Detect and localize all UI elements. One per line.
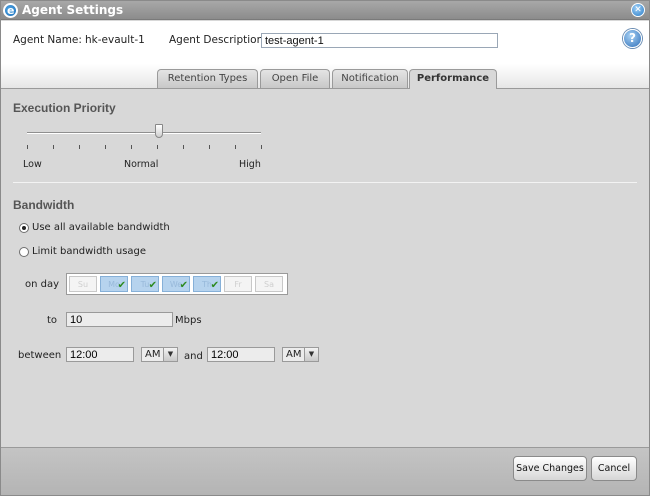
bandwidth-limit-input[interactable]: [66, 312, 173, 327]
slider-tick: [209, 145, 210, 149]
slider-tick: [27, 145, 28, 149]
day-tuesday[interactable]: Tu ✔: [131, 276, 159, 292]
slider-tick: [235, 145, 236, 149]
agent-name-label: Agent Name:: [13, 34, 82, 46]
use-all-bandwidth-radio[interactable]: [19, 223, 29, 233]
agent-settings-dialog: e Agent Settings ✕ Agent Name: hk-evault…: [0, 0, 650, 496]
dropdown-arrow-icon: ▼: [304, 348, 318, 361]
performance-panel: Execution Priority Low Normal High Bandw…: [1, 88, 649, 447]
tab-retention-types[interactable]: Retention Types: [157, 69, 258, 88]
close-button[interactable]: ✕: [631, 3, 645, 17]
day-saturday[interactable]: Sa: [255, 276, 283, 292]
execution-priority-title: Execution Priority: [13, 101, 116, 115]
app-logo-icon: e: [3, 3, 18, 18]
on-day-label: on day: [25, 279, 60, 290]
check-icon: ✔: [179, 280, 188, 291]
agent-name-value: hk-evault-1: [85, 34, 145, 46]
priority-low-label: Low: [23, 159, 42, 170]
end-time-input[interactable]: [207, 347, 275, 362]
day-wednesday[interactable]: We ✔: [162, 276, 190, 292]
use-all-bandwidth-label: Use all available bandwidth: [32, 222, 170, 233]
start-time-input[interactable]: [66, 347, 134, 362]
unit-label: Mbps: [175, 315, 202, 326]
save-changes-button[interactable]: Save Changes: [513, 456, 587, 481]
priority-slider-thumb[interactable]: [155, 124, 163, 138]
cancel-button[interactable]: Cancel: [591, 456, 637, 481]
tab-notification[interactable]: Notification: [332, 69, 408, 88]
check-icon: ✔: [148, 280, 157, 291]
limit-bandwidth-label: Limit bandwidth usage: [32, 246, 147, 257]
slider-tick: [183, 145, 184, 149]
slider-tick: [157, 145, 158, 149]
section-divider: [13, 182, 637, 183]
priority-normal-label: Normal: [124, 159, 159, 170]
day-thursday[interactable]: Th ✔: [193, 276, 221, 292]
priority-high-label: High: [239, 159, 261, 170]
slider-tick: [261, 145, 262, 149]
check-icon: ✔: [117, 280, 126, 291]
bandwidth-title: Bandwidth: [13, 198, 75, 212]
dropdown-arrow-icon: ▼: [163, 348, 177, 361]
slider-tick: [79, 145, 80, 149]
dialog-footer: Save Changes Cancel: [1, 447, 649, 495]
and-label: and: [184, 351, 203, 362]
slider-tick: [53, 145, 54, 149]
title-bar: e Agent Settings ✕: [1, 1, 649, 20]
help-icon[interactable]: ?: [623, 29, 642, 48]
slider-tick: [131, 145, 132, 149]
limit-bandwidth-radio[interactable]: [19, 247, 29, 257]
end-ampm-select[interactable]: AM ▼: [282, 347, 319, 362]
start-ampm-select[interactable]: AM ▼: [141, 347, 178, 362]
day-sunday[interactable]: Su: [69, 276, 97, 292]
to-label: to: [47, 315, 58, 326]
day-selector: Su Mo ✔ Tu ✔ We ✔ Th ✔ Fr Sa: [66, 273, 288, 295]
tab-performance[interactable]: Performance: [409, 69, 497, 89]
tab-open-file[interactable]: Open File: [260, 69, 330, 88]
check-icon: ✔: [210, 280, 219, 291]
dialog-title: Agent Settings: [22, 3, 124, 17]
priority-slider-track[interactable]: [27, 132, 261, 134]
between-label: between: [18, 350, 62, 361]
day-friday[interactable]: Fr: [224, 276, 252, 292]
day-monday[interactable]: Mo ✔: [100, 276, 128, 292]
agent-description-label: Agent Description:: [169, 34, 267, 46]
slider-tick: [105, 145, 106, 149]
agent-description-input[interactable]: [261, 33, 498, 48]
